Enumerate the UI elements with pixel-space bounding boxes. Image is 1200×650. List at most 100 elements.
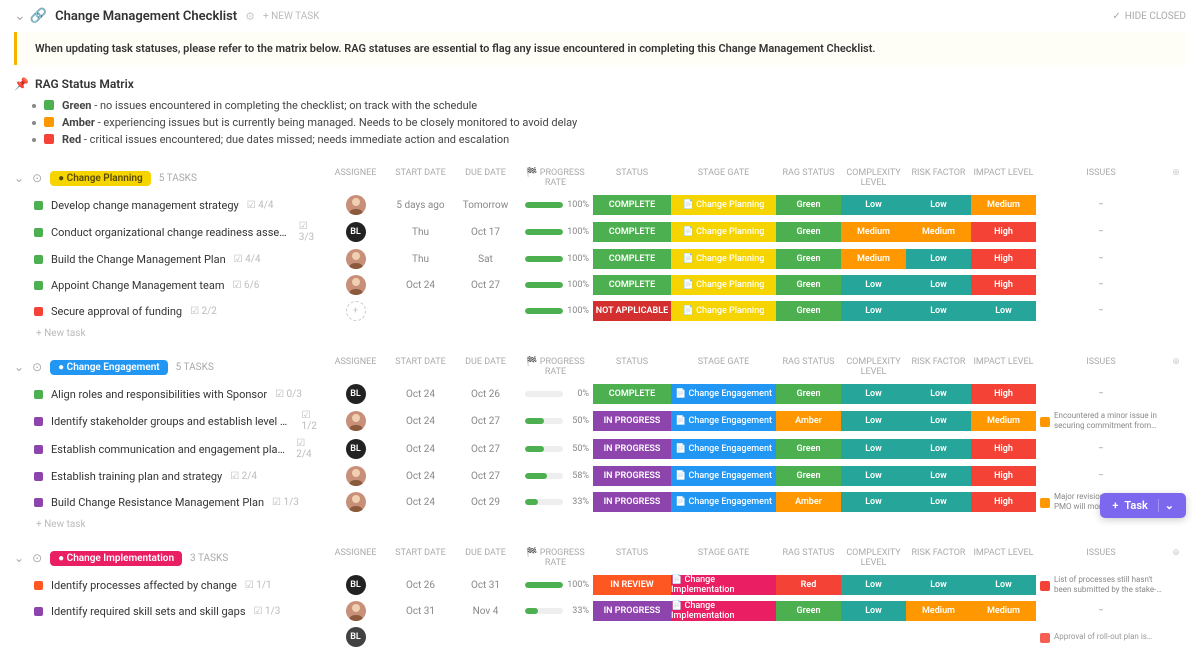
hide-closed-toggle[interactable]: ✓ HIDE CLOSED — [1112, 11, 1186, 22]
avatar[interactable] — [346, 601, 366, 621]
issues-cell[interactable]: – — [1036, 200, 1166, 210]
status-square-icon[interactable] — [34, 281, 43, 290]
tag-cell[interactable]: Green — [776, 222, 841, 242]
issues-cell[interactable]: – — [1036, 471, 1166, 481]
task-row[interactable]: Establish training plan and strategy ☑ 2… — [0, 463, 1200, 489]
tag-cell[interactable]: High — [971, 249, 1036, 269]
status-square-icon[interactable] — [34, 201, 43, 210]
subtask-count[interactable]: ☑ 1/2 — [302, 410, 323, 432]
tag-cell[interactable]: 📄 Change Planning — [671, 222, 776, 242]
avatar[interactable]: BL — [346, 222, 366, 242]
tag-cell[interactable]: High — [971, 384, 1036, 404]
status-square-icon[interactable] — [34, 417, 43, 426]
options-icon[interactable]: ⊙ — [32, 551, 42, 565]
tag-cell[interactable]: Low — [841, 601, 906, 621]
tag-cell[interactable]: Low — [841, 439, 906, 459]
status-square-icon[interactable] — [34, 390, 43, 399]
subtask-count[interactable]: ☑ 4/4 — [234, 254, 261, 265]
tag-cell[interactable]: Low — [906, 195, 971, 215]
task-row[interactable]: Develop change management strategy ☑ 4/4… — [0, 192, 1200, 218]
group-pill[interactable]: ● Change Engagement — [50, 360, 168, 375]
start-date[interactable]: Oct 24 — [388, 471, 453, 482]
tag-cell[interactable]: Low — [841, 384, 906, 404]
task-row[interactable]: Align roles and responsibilities with Sp… — [0, 381, 1200, 407]
due-date[interactable]: Oct 27 — [453, 416, 518, 427]
tag-cell[interactable]: COMPLETE — [593, 222, 671, 242]
task-row[interactable]: Identify required skill sets and skill g… — [0, 598, 1200, 624]
start-date[interactable]: Oct 24 — [388, 497, 453, 508]
status-square-icon[interactable] — [34, 472, 43, 481]
task-name[interactable]: Secure approval of funding — [51, 305, 182, 318]
task-row[interactable]: Conduct organizational change readiness … — [0, 218, 1200, 246]
tag-cell[interactable]: Low — [841, 195, 906, 215]
tag-cell[interactable]: Low — [906, 384, 971, 404]
tag-cell[interactable]: Medium — [841, 222, 906, 242]
task-row[interactable]: Identify processes affected by change ☑ … — [0, 572, 1200, 598]
tag-cell[interactable]: Green — [776, 275, 841, 295]
tag-cell[interactable]: Green — [776, 195, 841, 215]
tag-cell[interactable]: COMPLETE — [593, 384, 671, 404]
add-column-icon[interactable]: ⊕ — [1166, 168, 1186, 188]
issues-cell[interactable]: – — [1036, 606, 1166, 616]
collapse-icon[interactable]: ⌄ — [14, 360, 24, 374]
tag-cell[interactable]: IN PROGRESS — [593, 492, 671, 512]
tag-cell[interactable]: Amber — [776, 492, 841, 512]
tag-cell[interactable]: Green — [776, 466, 841, 486]
task-name[interactable]: Identify required skill sets and skill g… — [51, 605, 246, 618]
tag-cell[interactable]: Green — [776, 301, 841, 321]
collapse-icon[interactable]: ⌄ — [14, 551, 24, 565]
due-date[interactable]: Tomorrow — [453, 200, 518, 211]
subtask-count[interactable]: ☑ 1/3 — [254, 606, 281, 617]
new-task-link[interactable]: + New task — [0, 515, 1200, 538]
tag-cell[interactable]: IN PROGRESS — [593, 411, 671, 431]
task-row[interactable]: Secure approval of funding ☑ 2/2 + 100% … — [0, 298, 1200, 324]
subtask-count[interactable]: ☑ 3/3 — [299, 221, 323, 243]
task-name[interactable]: Build the Change Management Plan — [51, 253, 226, 266]
avatar[interactable] — [346, 492, 366, 512]
tag-cell[interactable]: 📄 Change Planning — [671, 249, 776, 269]
chevron-icon[interactable]: ⌄ — [14, 8, 26, 24]
due-date[interactable]: Oct 31 — [453, 580, 518, 591]
status-square-icon[interactable] — [34, 607, 43, 616]
tag-cell[interactable]: High — [971, 492, 1036, 512]
status-square-icon[interactable] — [34, 307, 43, 316]
tag-cell[interactable]: High — [971, 466, 1036, 486]
group-pill[interactable]: ● Change Planning — [50, 171, 151, 186]
avatar[interactable]: BL — [346, 384, 366, 404]
avatar[interactable]: BL — [346, 575, 366, 595]
task-row[interactable]: Build the Change Management Plan ☑ 4/4 T… — [0, 246, 1200, 272]
start-date[interactable]: Oct 24 — [388, 389, 453, 400]
subtask-count[interactable]: ☑ 2/4 — [230, 471, 257, 482]
status-square-icon[interactable] — [34, 445, 43, 454]
tag-cell[interactable]: Low — [841, 275, 906, 295]
due-date[interactable]: Oct 29 — [453, 497, 518, 508]
issues-cell[interactable]: – — [1036, 389, 1166, 399]
task-name[interactable]: Build Change Resistance Management Plan — [51, 496, 264, 509]
tag-cell[interactable]: NOT APPLICABLE — [593, 301, 671, 321]
subtask-count[interactable]: ☑ 6/6 — [233, 280, 260, 291]
chevron-down-icon[interactable]: ⌄ — [1158, 499, 1174, 512]
start-date[interactable]: Thu — [388, 227, 453, 238]
tag-cell[interactable]: 📄 Change Planning — [671, 301, 776, 321]
due-date[interactable]: Sat — [453, 254, 518, 265]
tag-cell[interactable]: 📄 Change Implementation — [671, 575, 776, 595]
due-date[interactable]: Oct 27 — [453, 444, 518, 455]
due-date[interactable]: Oct 26 — [453, 389, 518, 400]
start-date[interactable]: Oct 26 — [388, 580, 453, 591]
tag-cell[interactable]: Green — [776, 249, 841, 269]
collapse-icon[interactable]: ⌄ — [14, 171, 24, 185]
tag-cell[interactable]: Low — [841, 301, 906, 321]
tag-cell[interactable]: Low — [906, 411, 971, 431]
tag-cell[interactable]: Low — [906, 249, 971, 269]
tag-cell[interactable]: Medium — [971, 195, 1036, 215]
tag-cell[interactable]: Low — [841, 466, 906, 486]
tag-cell[interactable]: IN PROGRESS — [593, 601, 671, 621]
issues-cell[interactable]: Encountered a minor issue in securing co… — [1036, 411, 1166, 431]
avatar[interactable] — [346, 249, 366, 269]
avatar[interactable] — [346, 466, 366, 486]
tag-cell[interactable]: Low — [841, 575, 906, 595]
tag-cell[interactable]: 📄 Change Engagement — [671, 411, 776, 431]
tag-cell[interactable]: 📄 Change Engagement — [671, 384, 776, 404]
settings-icon[interactable]: ⚙ — [245, 10, 255, 23]
status-square-icon[interactable] — [34, 581, 43, 590]
